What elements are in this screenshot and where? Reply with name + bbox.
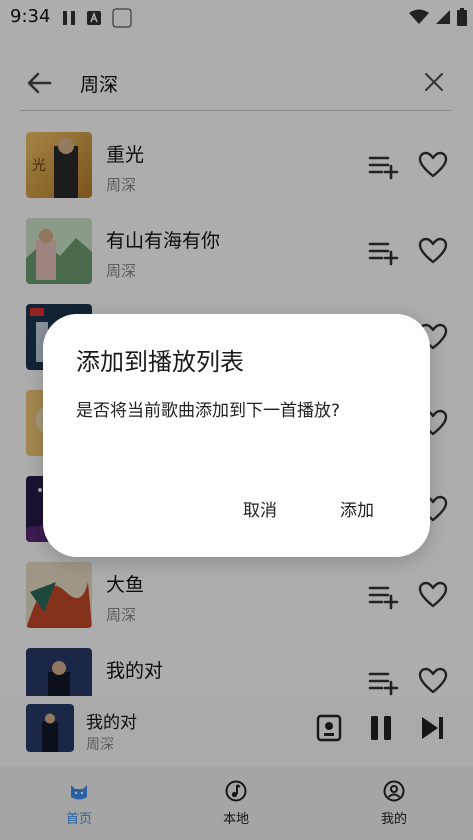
dialog-title: 添加到播放列表 xyxy=(76,348,244,376)
add-to-playlist-dialog: 添加到播放列表 是否将当前歌曲添加到下一首播放? 取消 添加 xyxy=(43,314,430,557)
cancel-button[interactable]: 取消 xyxy=(229,492,291,525)
add-button[interactable]: 添加 xyxy=(326,492,388,525)
dialog-message: 是否将当前歌曲添加到下一首播放? xyxy=(76,401,341,421)
